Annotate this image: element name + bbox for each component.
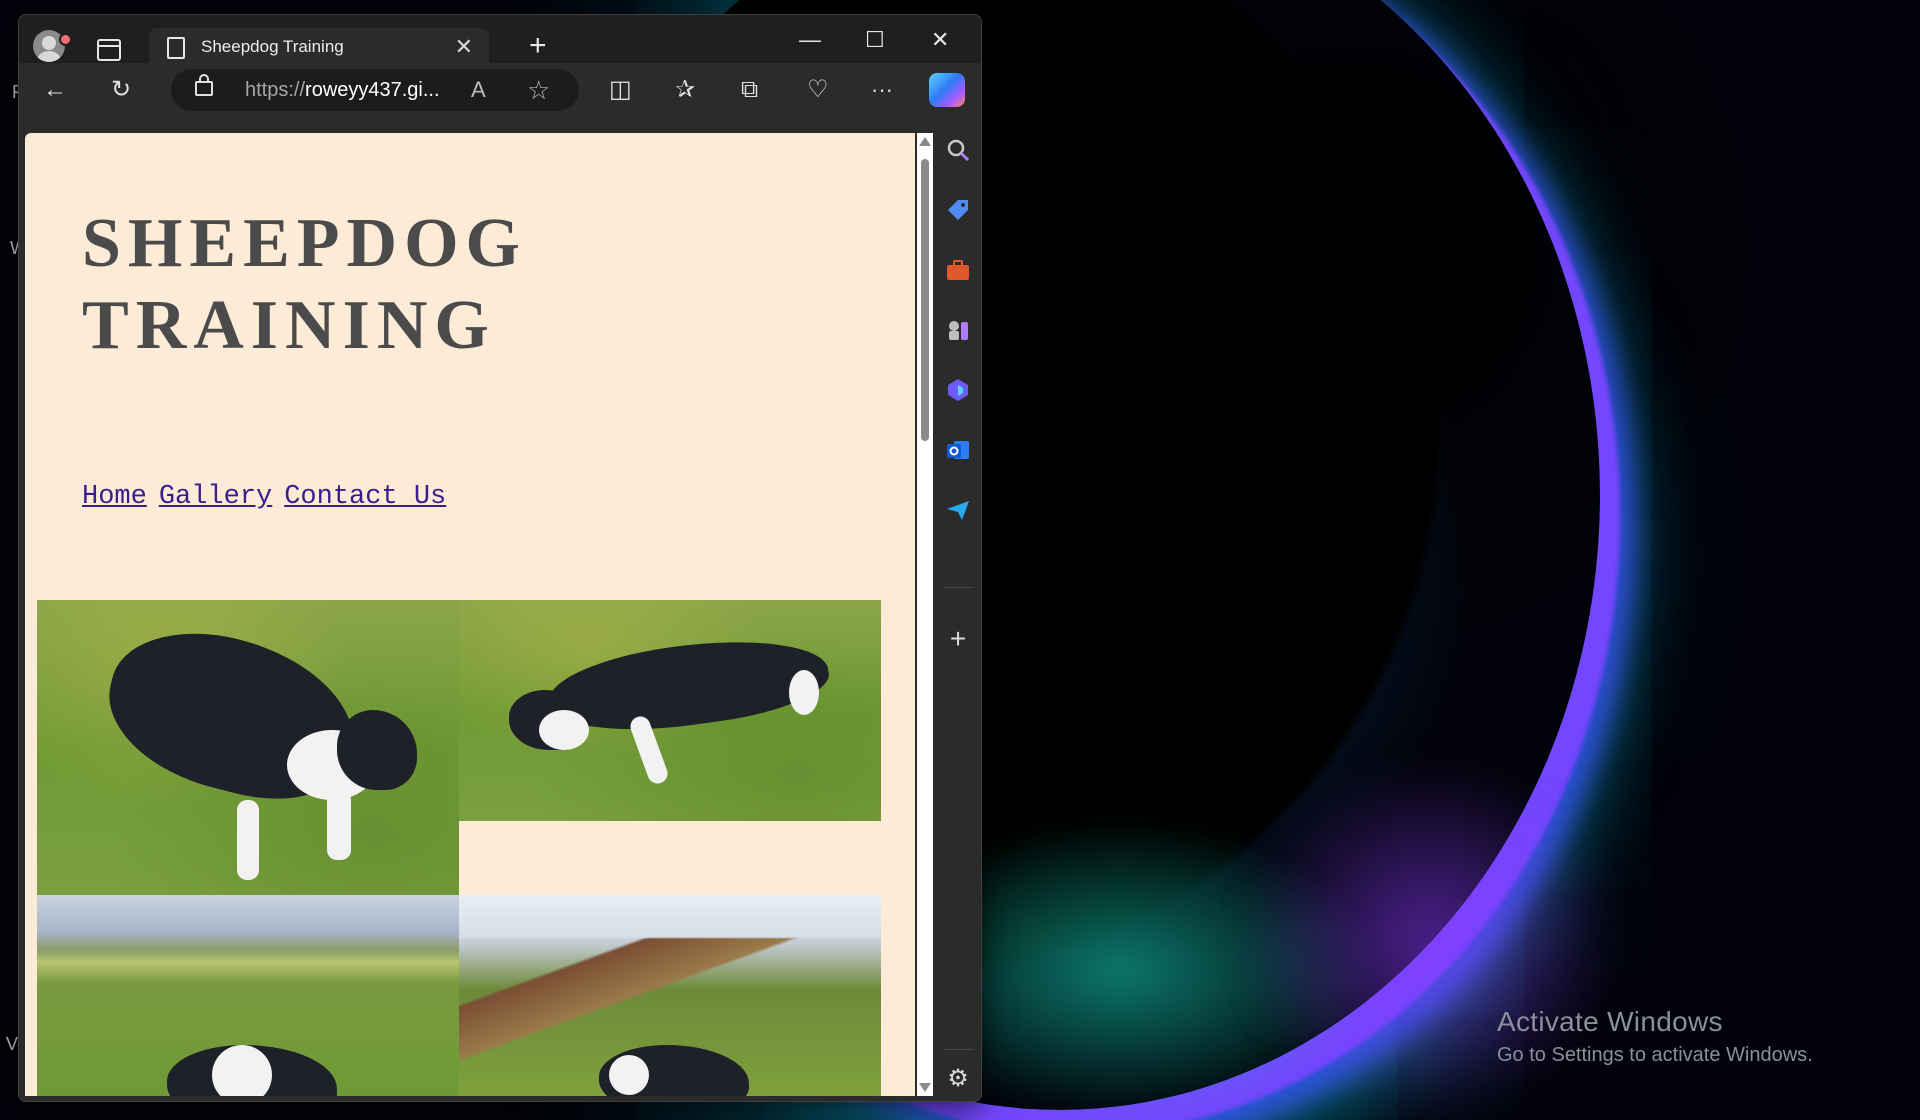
title-bar: Sheepdog Training ✕ + — ☐ ✕ [19, 15, 981, 63]
activate-windows-subtitle: Go to Settings to activate Windows. [1497, 1044, 1813, 1066]
outlook-icon[interactable] [944, 436, 972, 464]
tab-sheepdog-training[interactable]: Sheepdog Training ✕ [149, 28, 489, 63]
sidebar-settings-gear-icon[interactable]: ⚙ [944, 1065, 972, 1093]
scroll-up-arrow-icon[interactable] [919, 137, 931, 146]
site-title-line2: TRAINING [82, 287, 496, 364]
navigation-toolbar: ← ↻ https://roweyy437.gi... A ☆ ◫ ✰ ⧉ ♡ … [19, 63, 981, 117]
collections-icon[interactable]: ⧉ [741, 75, 758, 105]
add-favorite-star-icon[interactable]: ☆ [527, 75, 550, 106]
copilot-icon[interactable] [929, 73, 965, 107]
scroll-down-arrow-icon[interactable] [919, 1083, 931, 1092]
nav-link-contact-us[interactable]: Contact Us [284, 482, 446, 512]
dog-white-tail [789, 670, 819, 715]
minimize-button[interactable]: — [799, 27, 821, 53]
dog-white-leg [327, 790, 351, 860]
back-arrow-icon[interactable]: ← [43, 75, 67, 105]
site-title-line1: SHEEPDOG [82, 205, 527, 282]
tab-close-icon[interactable]: ✕ [455, 34, 473, 60]
url-text[interactable]: https://roweyy437.gi... [245, 79, 440, 102]
shopping-tag-icon[interactable] [944, 196, 972, 224]
nav-link-gallery[interactable]: Gallery [159, 482, 272, 512]
refresh-icon[interactable]: ↻ [111, 75, 131, 105]
gallery-photo [37, 600, 459, 895]
page-scrollbar[interactable] [917, 133, 933, 1096]
add-sidebar-app-button[interactable]: + [944, 625, 972, 653]
tab-title: Sheepdog Training [201, 37, 344, 56]
new-tab-button[interactable]: + [529, 29, 547, 63]
site-nav: Home Gallery Contact Us [82, 482, 458, 512]
sidebar-separator [943, 587, 973, 588]
search-icon[interactable] [944, 136, 972, 164]
activate-windows-title: Activate Windows [1497, 1006, 1723, 1037]
read-aloud-icon[interactable]: A [471, 77, 486, 103]
more-icon[interactable]: ··· [871, 75, 893, 105]
send-icon[interactable] [944, 496, 972, 524]
page-icon [167, 37, 185, 59]
gallery-photo [459, 600, 881, 821]
site-title: SHEEPDOG TRAINING [82, 203, 527, 367]
lock-icon[interactable] [195, 74, 213, 96]
sidebar-separator [943, 1049, 973, 1050]
edge-sidebar: + ⚙ [935, 117, 981, 1101]
tab-actions-icon[interactable] [97, 39, 121, 61]
gallery-photo [459, 895, 881, 1096]
favorites-icon[interactable]: ✰ [675, 75, 695, 105]
address-bar[interactable]: https://roweyy437.gi... A ☆ [171, 69, 579, 111]
scrollbar-thumb[interactable] [921, 159, 929, 441]
maximize-button[interactable]: ☐ [865, 27, 885, 53]
games-icon[interactable] [944, 316, 972, 344]
gallery-photo [37, 895, 459, 1096]
nav-link-home[interactable]: Home [82, 482, 147, 512]
dog-white-face [212, 1045, 272, 1096]
m365-icon[interactable] [944, 376, 972, 404]
close-window-button[interactable]: ✕ [931, 27, 949, 53]
dog-head [337, 710, 417, 790]
dog-white-leg [237, 800, 259, 880]
activate-windows-watermark: Activate Windows Go to Settings to activ… [1497, 1006, 1813, 1067]
profile-notification-dot [59, 33, 72, 46]
page-viewport: SHEEPDOG TRAINING Home Gallery Contact Us [25, 133, 915, 1096]
browser-essentials-icon[interactable]: ♡ [807, 75, 829, 105]
dog-white-face [609, 1055, 649, 1095]
split-screen-icon[interactable]: ◫ [609, 75, 632, 105]
dog-white-muzzle [539, 710, 589, 750]
tools-icon[interactable] [944, 256, 972, 284]
browser-window: Sheepdog Training ✕ + — ☐ ✕ ← ↻ https://… [18, 14, 982, 1102]
